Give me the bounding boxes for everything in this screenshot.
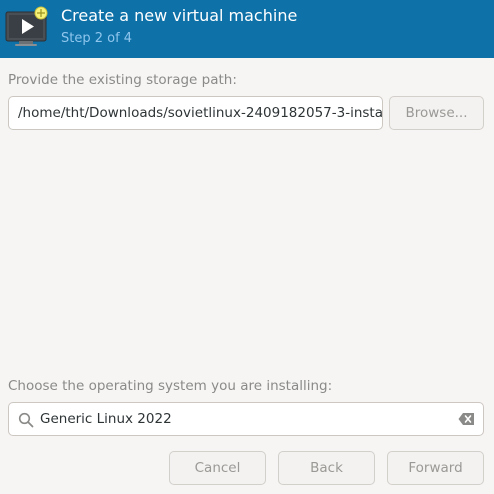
forward-button[interactable]: Forward <box>387 451 484 485</box>
search-icon <box>18 412 34 428</box>
wizard-title: Create a new virtual machine <box>61 6 298 25</box>
vm-monitor-play-icon <box>5 6 48 46</box>
back-button[interactable]: Back <box>278 451 375 485</box>
os-label: Choose the operating system you are inst… <box>8 378 333 394</box>
os-selected-value[interactable]: Generic Linux 2022 <box>40 403 172 435</box>
storage-path-input[interactable]: /home/tht/Downloads/sovietlinux-24091820… <box>8 96 383 130</box>
os-search-field[interactable]: Generic Linux 2022 <box>8 402 484 436</box>
wizard-header: Create a new virtual machine Step 2 of 4 <box>0 0 494 58</box>
browse-button[interactable]: Browse... <box>389 96 484 130</box>
cancel-button[interactable]: Cancel <box>169 451 266 485</box>
wizard-step-indicator: Step 2 of 4 <box>61 31 133 46</box>
new-vm-wizard-window: Create a new virtual machine Step 2 of 4… <box>0 0 494 494</box>
storage-path-label: Provide the existing storage path: <box>8 72 237 88</box>
clear-text-icon[interactable] <box>458 412 475 426</box>
